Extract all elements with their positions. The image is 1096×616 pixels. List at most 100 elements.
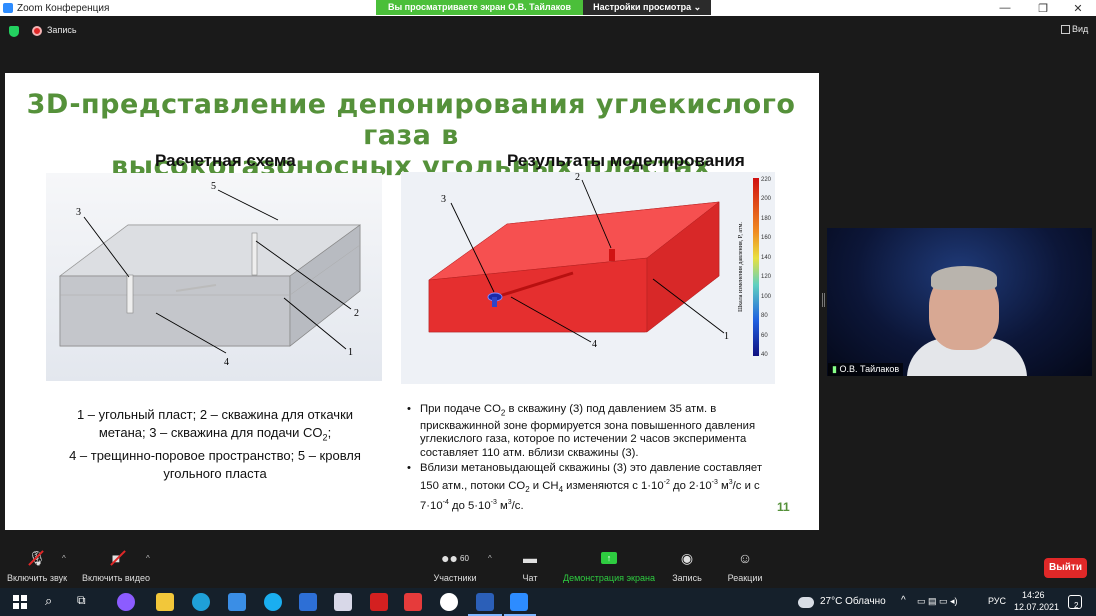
shield-icon[interactable]	[9, 26, 19, 37]
word-icon[interactable]	[476, 593, 494, 611]
view-options-button[interactable]: Настройки просмотра ⌄	[583, 0, 712, 15]
scheme-figure: 3 5 2 1 4	[46, 173, 382, 381]
pressure-colorbar	[753, 178, 759, 356]
record-label: Запись	[672, 573, 702, 583]
search-icon[interactable]: ⌕	[45, 593, 63, 611]
colorbar-tick: 80	[761, 313, 768, 319]
unmute-button[interactable]: 🎙 Включить звук ^	[4, 548, 70, 584]
app-icon[interactable]	[334, 593, 352, 611]
participant-video[interactable]: ▮ О.В. Тайлаков	[827, 228, 1092, 376]
share-screen-button[interactable]: ↑ Демонстрация экрана	[562, 548, 656, 583]
scheme-label-3: 3	[76, 207, 81, 218]
results-bullets: При подаче CO2 в скважину (3) под давлен…	[405, 403, 765, 516]
share-screen-label: Демонстрация экрана	[563, 573, 655, 583]
meeting-toolbar: 🎙 Включить звук ^ ■ Включить видео ^ ●● …	[0, 548, 1096, 588]
yandex-browser-icon[interactable]	[440, 593, 458, 611]
meeting-top-bar: Запись Вид	[0, 16, 1096, 58]
results-label-3: 3	[441, 194, 446, 205]
colorbar-tick: 200	[761, 196, 772, 202]
close-button[interactable]: ✕	[1060, 0, 1096, 16]
signal-icon: ▮	[832, 364, 837, 374]
caption-text: ;	[327, 425, 332, 440]
windows-start-icon[interactable]	[13, 595, 27, 609]
recording-icon	[32, 26, 42, 36]
caption-line: 1 – угольный пласт; 2 – скважина для отк…	[76, 407, 354, 422]
scheme-label-4: 4	[224, 357, 229, 368]
acrobat-icon[interactable]	[370, 593, 388, 611]
start-video-button[interactable]: ■ Включить видео ^	[80, 548, 152, 583]
chat-icon: ▬	[523, 550, 537, 566]
zoom-app-icon	[3, 3, 13, 13]
tray-chevron-icon[interactable]: ^	[901, 595, 906, 606]
windows-taskbar: ⌕ ⧉ 27°C Облачно ^ ▭ ▤ ▭ ◂) РУС 14:26 12…	[0, 588, 1096, 616]
leave-meeting-button[interactable]: Выйти	[1044, 558, 1087, 578]
viewing-screen-label: Вы просматриваете экран О.В. Тайлаков	[376, 0, 584, 15]
caption-line: 4 – трещинно-поровое пространство; 5 – к…	[69, 447, 361, 463]
scheme-label-2: 2	[354, 308, 359, 319]
share-banner: Вы просматриваете экран О.В. Тайлаков На…	[376, 0, 712, 15]
cloud-icon[interactable]	[798, 597, 814, 608]
zoom-taskbar-icon[interactable]	[510, 593, 528, 611]
caption-text: метана; 3 – скважина для подачи CO	[98, 425, 323, 440]
file-explorer-icon[interactable]	[156, 593, 174, 611]
start-video-label: Включить видео	[82, 573, 150, 583]
slide-page-number: 11	[777, 500, 790, 514]
colorbar-tick: 180	[761, 216, 772, 222]
mail-icon[interactable]	[299, 593, 317, 611]
scheme-label-1: 1	[348, 347, 353, 358]
participants-options-caret[interactable]: ^	[488, 554, 492, 563]
recording-label[interactable]: Запись	[47, 25, 77, 35]
chat-label: Чат	[522, 573, 538, 583]
share-screen-icon: ↑	[562, 548, 656, 568]
results-drawing: 2 3 4 1 Шкала изменения давления, P, атм…	[428, 172, 772, 358]
grid-view-icon[interactable]	[1061, 25, 1070, 34]
results-label-2: 2	[575, 172, 580, 183]
shared-slide: 3D-представление депонирования углекисло…	[5, 73, 819, 530]
skype-icon[interactable]	[264, 593, 282, 611]
maximize-button[interactable]: ❐	[1025, 0, 1061, 16]
colorbar-title: Шкала изменения давления, P, атм.	[738, 222, 744, 312]
bullet-text: м	[717, 479, 729, 492]
colorbar-tick: 120	[761, 274, 772, 280]
clock-time[interactable]: 14:26	[1022, 590, 1045, 600]
participants-button[interactable]: ●● 60 Участники ^	[430, 548, 492, 583]
clock-date[interactable]: 12.07.2021	[1014, 602, 1059, 612]
purple-app-icon[interactable]	[117, 593, 135, 611]
participant-hair	[931, 266, 997, 290]
chat-button[interactable]: ▬ Чат	[515, 548, 545, 583]
audio-options-caret[interactable]: ^	[62, 554, 66, 563]
colorbar-tick: 100	[761, 294, 772, 300]
scheme-label-5: 5	[211, 181, 216, 192]
results-label-1: 1	[724, 331, 729, 342]
edge-icon[interactable]	[192, 593, 210, 611]
weather-label[interactable]: 27°C Облачно	[820, 596, 886, 607]
view-button[interactable]: Вид	[1072, 24, 1088, 34]
task-view-icon[interactable]: ⧉	[77, 593, 95, 611]
camera-off-icon: ■	[80, 548, 152, 568]
colorbar-tick: 140	[761, 255, 772, 261]
colorbar-tick: 40	[761, 352, 768, 358]
language-indicator[interactable]: РУС	[988, 596, 1006, 606]
participant-name-tag: ▮ О.В. Тайлаков	[828, 363, 904, 376]
yandex-icon[interactable]	[404, 593, 422, 611]
colorbar-tick: 220	[761, 177, 772, 183]
video-options-caret[interactable]: ^	[146, 554, 150, 563]
scheme-drawing: 3 5 2 1 4	[58, 181, 362, 368]
bullet-text: изменяются с 1·10	[563, 479, 664, 492]
participants-label: Участники	[433, 573, 477, 583]
window-title: Zoom Конференция	[17, 2, 110, 14]
store-icon[interactable]	[228, 593, 246, 611]
reactions-button[interactable]: ☺ Реакции	[725, 548, 765, 583]
panel-resize-handle[interactable]	[822, 293, 825, 307]
bullet-text: до 5·10	[448, 500, 491, 513]
record-button[interactable]: ◉ Запись	[670, 548, 704, 584]
minimize-button[interactable]: —	[987, 0, 1023, 16]
participants-icon: ●● 60	[441, 550, 469, 566]
tray-icons[interactable]: ▭ ▤ ▭ ◂)	[917, 596, 958, 607]
slide-title-line-1: 3D-представление депонирования углекисло…	[26, 89, 796, 151]
caption-line: метана; 3 – скважина для подачи CO2;	[45, 424, 385, 447]
bullet-text: и CH	[529, 479, 559, 492]
participants-count: 60	[460, 553, 469, 563]
colorbar-tick: 60	[761, 333, 768, 339]
results-figure: 2 3 4 1 Шкала изменения давления, P, атм…	[401, 172, 775, 384]
